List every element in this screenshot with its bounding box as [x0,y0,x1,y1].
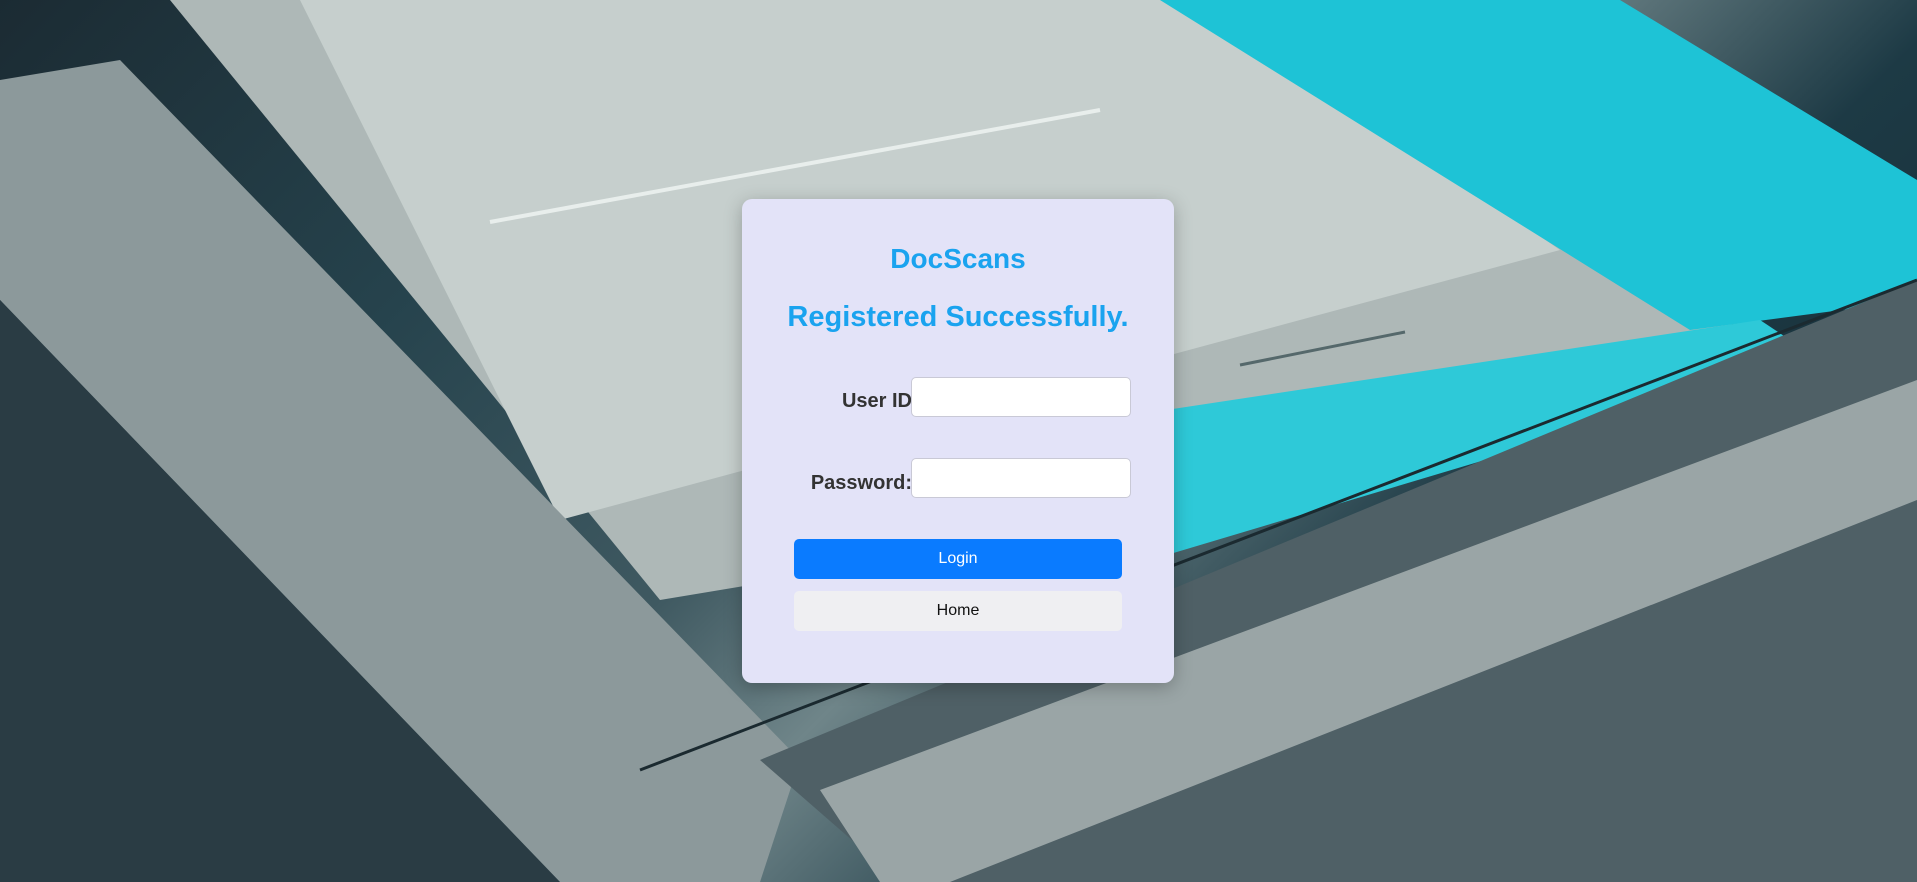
user-id-label: User ID [841,390,912,412]
user-id-input[interactable] [911,377,1131,417]
home-button[interactable]: Home [794,591,1122,631]
password-label: Password: [810,472,912,494]
password-input[interactable] [911,458,1131,498]
success-message: Registered Successfully. [787,301,1129,333]
login-card: DocScans Registered Successfully. User I… [742,199,1174,683]
login-button[interactable]: Login [794,539,1122,579]
brand-title: DocScans [890,243,1026,274]
